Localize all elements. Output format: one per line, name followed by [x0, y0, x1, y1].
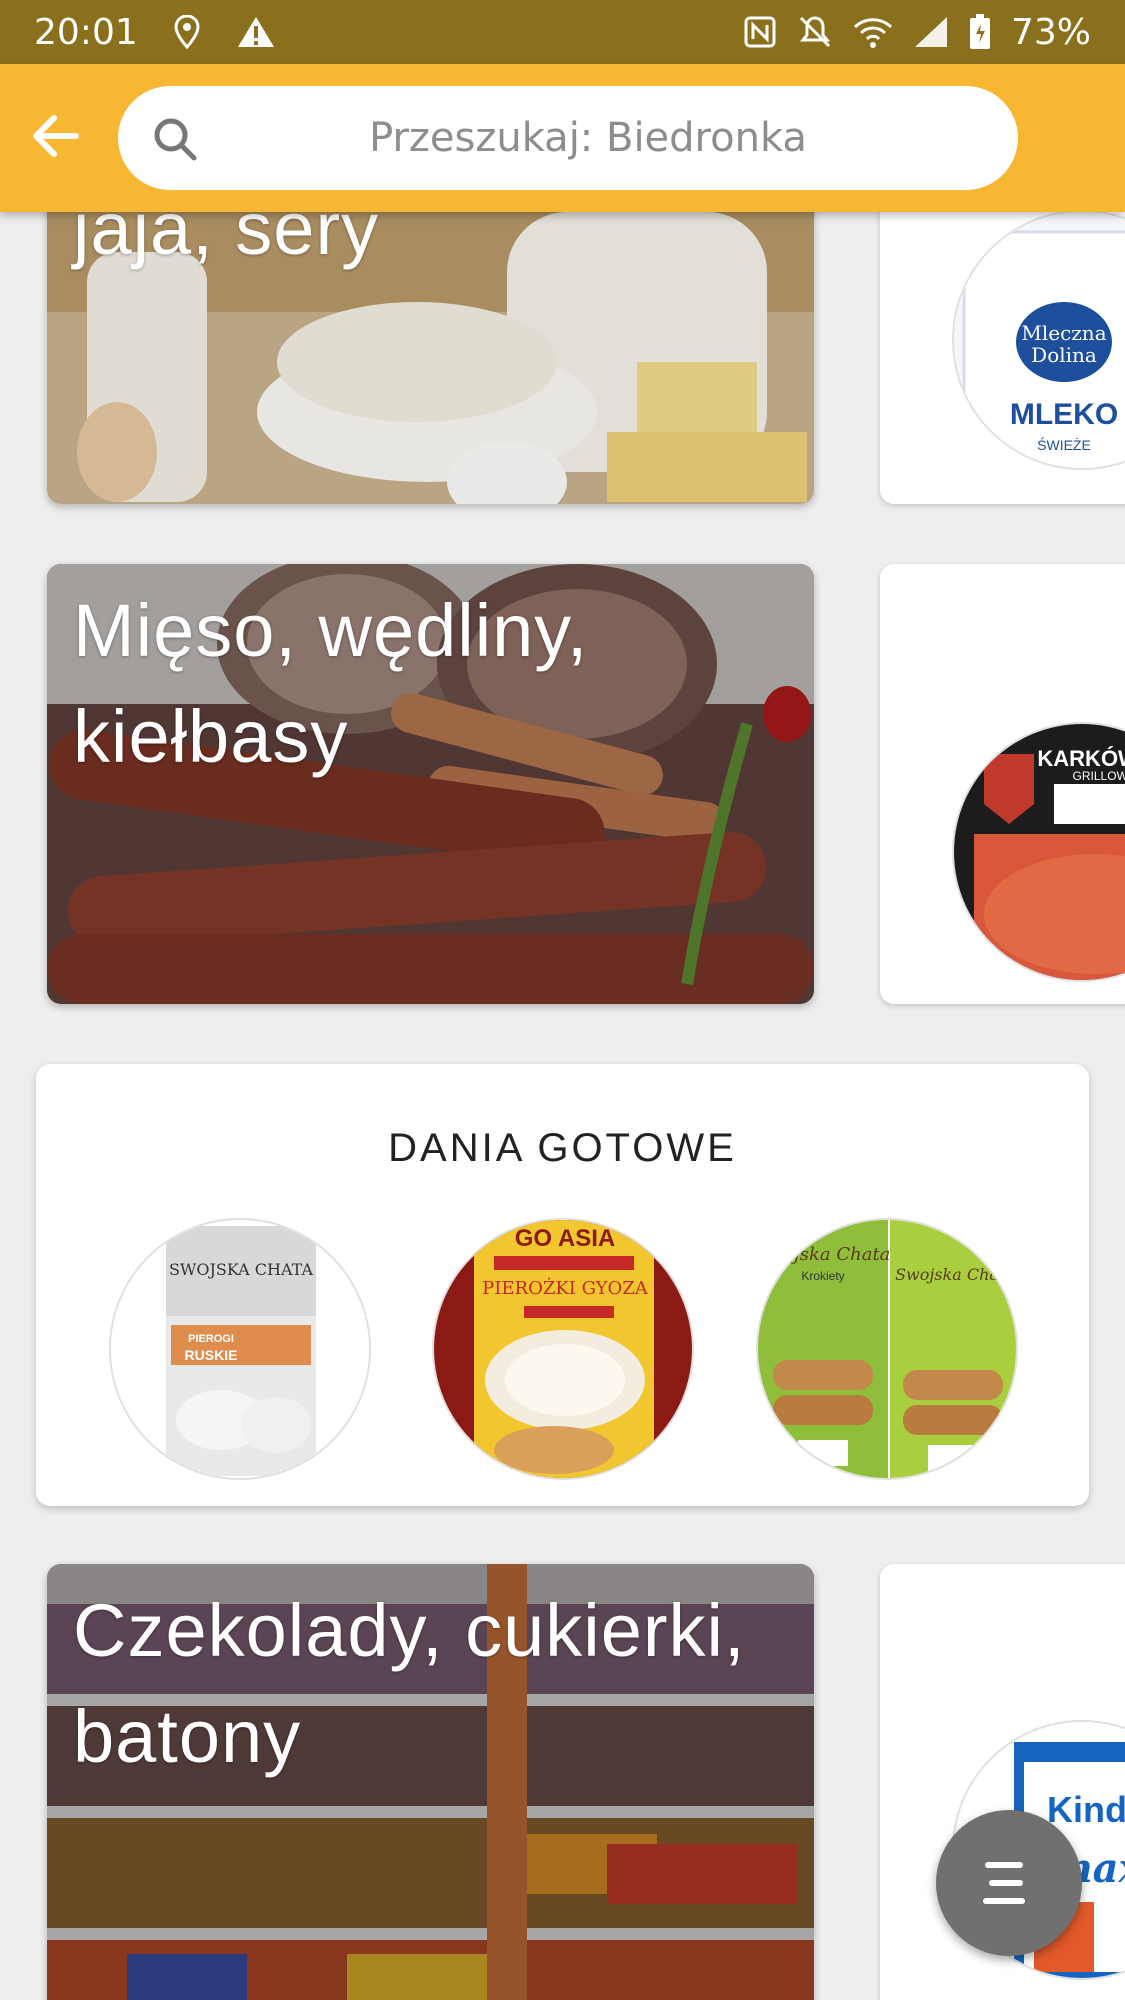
product-brand: GO ASIA — [515, 1225, 615, 1252]
svg-text:Swojska Chata: Swojska Chata — [895, 1265, 1015, 1284]
search-input[interactable] — [118, 86, 1018, 190]
side-label: MLEKO — [1010, 398, 1118, 431]
app-bar — [0, 64, 1125, 212]
category-preview-card[interactable]: KARKÓWKA GRILLOWA — [880, 564, 1125, 1004]
search-icon — [154, 118, 197, 161]
svg-text:Dolina: Dolina — [1031, 343, 1097, 367]
nfc-icon — [743, 15, 777, 49]
warning-icon — [236, 15, 276, 49]
back-button[interactable] — [24, 106, 84, 166]
svg-text:RUSKIE: RUSKIE — [185, 1347, 238, 1363]
side-sub: ŚWIEŻE — [1037, 436, 1091, 453]
side-sub: GRILLOWA — [1073, 769, 1125, 783]
section-ready-meals: DANIA GOTOWE SWOJSKA CHATA PIEROGI RUSKI… — [36, 1064, 1089, 1506]
category-card-sweets[interactable]: Czekolady, cukierki, batony — [47, 1564, 814, 2000]
product-pierogi-ruskie[interactable]: SWOJSKA CHATA PIEROGI RUSKIE — [109, 1218, 371, 1480]
product-image-milk: Mleczna Dolina MLEKO ŚWIEŻE — [952, 212, 1125, 470]
product-image-karkowka: KARKÓWKA GRILLOWA — [952, 722, 1125, 982]
battery-icon — [969, 14, 991, 50]
battery-percentage: 73% — [1010, 11, 1091, 53]
category-title: jaja, sery — [73, 212, 380, 270]
menu-fab-button[interactable] — [936, 1810, 1082, 1956]
product-krokiety[interactable]: Swojska Chata Swojska Chata Krokiety — [756, 1218, 1018, 1480]
category-preview-card[interactable]: Mleczna Dolina MLEKO ŚWIEŻE — [880, 212, 1125, 504]
category-card-dairy[interactable]: jaja, sery — [47, 212, 814, 504]
mute-icon — [797, 14, 833, 50]
product-brand: SWOJSKA CHATA — [169, 1260, 314, 1279]
product-name: Krokiety — [801, 1269, 844, 1283]
category-list: jaja, sery Mleczna Dolina MLEKO ŚWIEŻE M… — [0, 212, 1125, 2000]
menu-icon — [983, 1862, 1025, 1904]
category-title: Mięso, wędliny, kiełbasy — [73, 589, 589, 778]
section-title: DANIA GOTOWE — [388, 1126, 737, 1170]
side-label: KARKÓWKA — [1037, 746, 1125, 771]
side-label: Kinder — [1047, 1789, 1125, 1830]
product-name: PIEROŻKI GYOZA — [482, 1276, 649, 1299]
product-gyoza[interactable]: GO ASIA PIEROŻKI GYOZA — [432, 1218, 694, 1480]
location-icon — [174, 15, 200, 49]
signal-icon — [913, 15, 949, 49]
svg-text:PIEROGI: PIEROGI — [188, 1333, 234, 1345]
status-bar: 20:01 73% — [0, 0, 1125, 64]
product-brand: Swojska Chata — [758, 1244, 890, 1265]
search-bar[interactable] — [118, 86, 1018, 190]
arrow-back-icon — [33, 115, 79, 157]
status-time: 20:01 — [34, 11, 138, 53]
category-card-meat[interactable]: Mięso, wędliny, kiełbasy — [47, 564, 814, 1004]
category-title: Czekolady, cukierki, batony — [73, 1589, 746, 1778]
svg-text:Mleczna: Mleczna — [1021, 321, 1106, 345]
wifi-icon — [853, 15, 893, 49]
